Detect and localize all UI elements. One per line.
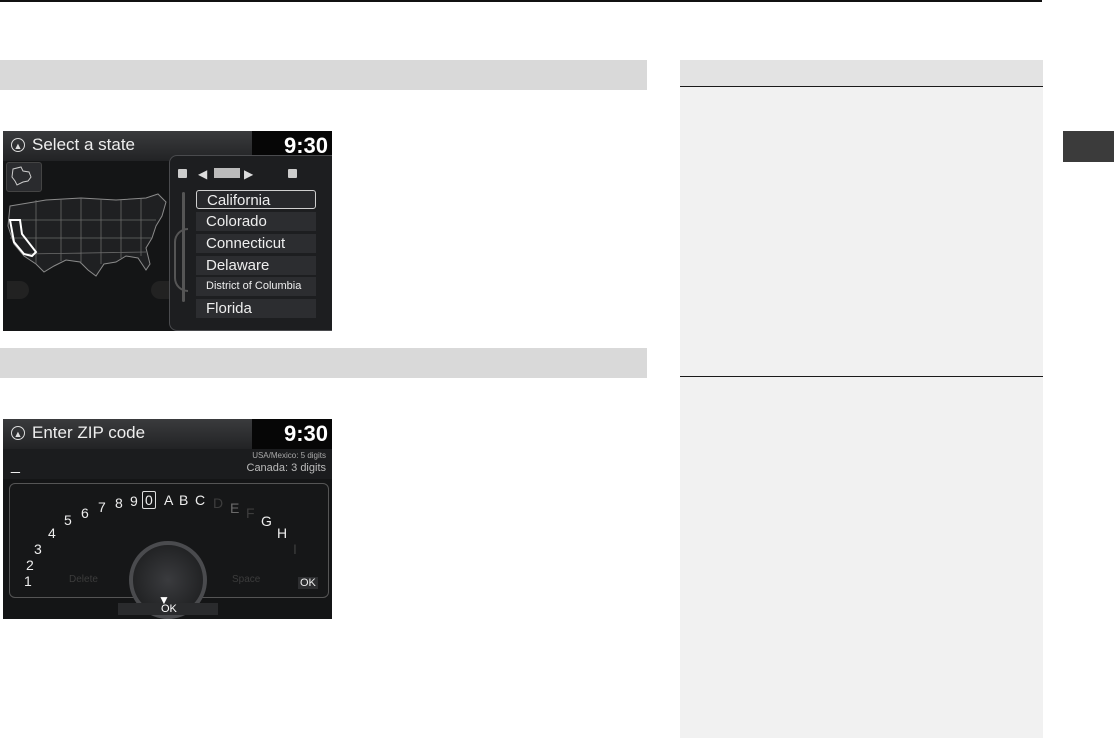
section-header-bar-1 — [0, 60, 647, 90]
key-I[interactable]: I — [293, 541, 297, 557]
state-item-florida[interactable]: Florida — [196, 299, 316, 318]
map-dial-indicator — [151, 281, 169, 299]
key-3[interactable]: 3 — [34, 541, 42, 557]
text-cursor: _ — [11, 457, 20, 474]
key-G[interactable]: G — [261, 513, 272, 529]
prev-arrow-icon[interactable]: ◀ — [198, 167, 207, 181]
next-arrow-icon[interactable]: ▶ — [244, 167, 253, 181]
clock-area: 9:30 — [252, 419, 332, 449]
zip-input-area[interactable]: _ USA/Mexico: 5 digits Canada: 3 digits — [3, 449, 332, 479]
side-note-panel — [680, 60, 1043, 738]
key-D[interactable]: D — [213, 495, 223, 511]
chapter-side-tab — [1063, 131, 1114, 162]
navigation-compass-icon: ▲ — [11, 138, 25, 152]
key-H[interactable]: H — [277, 525, 287, 541]
us-map — [7, 193, 167, 277]
key-2[interactable]: 2 — [26, 557, 34, 573]
key-E[interactable]: E — [230, 500, 239, 516]
screen-title: Select a state — [32, 135, 136, 154]
enter-zip-screen: ▲ Enter ZIP code 9:30 _ USA/Mexico: 5 di… — [3, 419, 332, 619]
key-A[interactable]: A — [164, 492, 173, 508]
delete-key[interactable]: Delete — [69, 574, 98, 585]
key-8[interactable]: 8 — [115, 495, 123, 511]
key-5[interactable]: 5 — [64, 512, 72, 528]
zip-hint-canada: Canada: 3 digits — [246, 462, 327, 474]
section-header-bar-2 — [0, 348, 647, 378]
clock: 9:30 — [283, 421, 328, 446]
key-4[interactable]: 4 — [48, 525, 56, 541]
key-1[interactable]: 1 — [24, 573, 32, 589]
navigation-compass-icon: ▲ — [11, 426, 25, 440]
state-item-colorado[interactable]: Colorado — [196, 212, 316, 231]
us-flag-icon — [214, 168, 240, 178]
side-note-rule-2 — [680, 376, 1043, 377]
screen-title-bar: ▲ Enter ZIP code — [3, 419, 252, 449]
scroll-left-button[interactable] — [178, 169, 187, 178]
left-dial-indicator — [7, 281, 29, 299]
key-C[interactable]: C — [195, 492, 205, 508]
key-B[interactable]: B — [179, 492, 188, 508]
key-9[interactable]: 9 — [130, 493, 138, 509]
bottom-ok-label[interactable]: OK — [161, 603, 177, 615]
key-7[interactable]: 7 — [98, 499, 106, 515]
state-item-delaware[interactable]: Delaware — [196, 256, 316, 275]
key-0-selected[interactable]: 0 — [142, 491, 156, 509]
key-F[interactable]: F — [246, 505, 255, 521]
list-dial-arc — [174, 228, 188, 292]
select-state-screen: ▲ Select a state 9:30 ◀ ▶ California Col… — [3, 131, 332, 331]
scroll-right-button[interactable] — [288, 169, 297, 178]
zip-hint-usa: USA/Mexico: 5 digits — [252, 451, 326, 460]
side-note-header — [680, 60, 1043, 86]
side-note-rule-1 — [680, 86, 1043, 87]
state-item-district-of-columbia[interactable]: District of Columbia — [196, 277, 316, 296]
ok-key[interactable]: OK — [298, 577, 318, 589]
space-key[interactable]: Space — [232, 574, 260, 585]
state-item-california[interactable]: California — [196, 190, 316, 209]
page-top-rule — [0, 0, 1042, 2]
state-list-panel: ◀ ▶ California Colorado Connecticut Dela… — [169, 155, 332, 331]
screen-title: Enter ZIP code — [32, 423, 146, 442]
state-item-connecticut[interactable]: Connecticut — [196, 234, 316, 253]
key-6[interactable]: 6 — [81, 505, 89, 521]
